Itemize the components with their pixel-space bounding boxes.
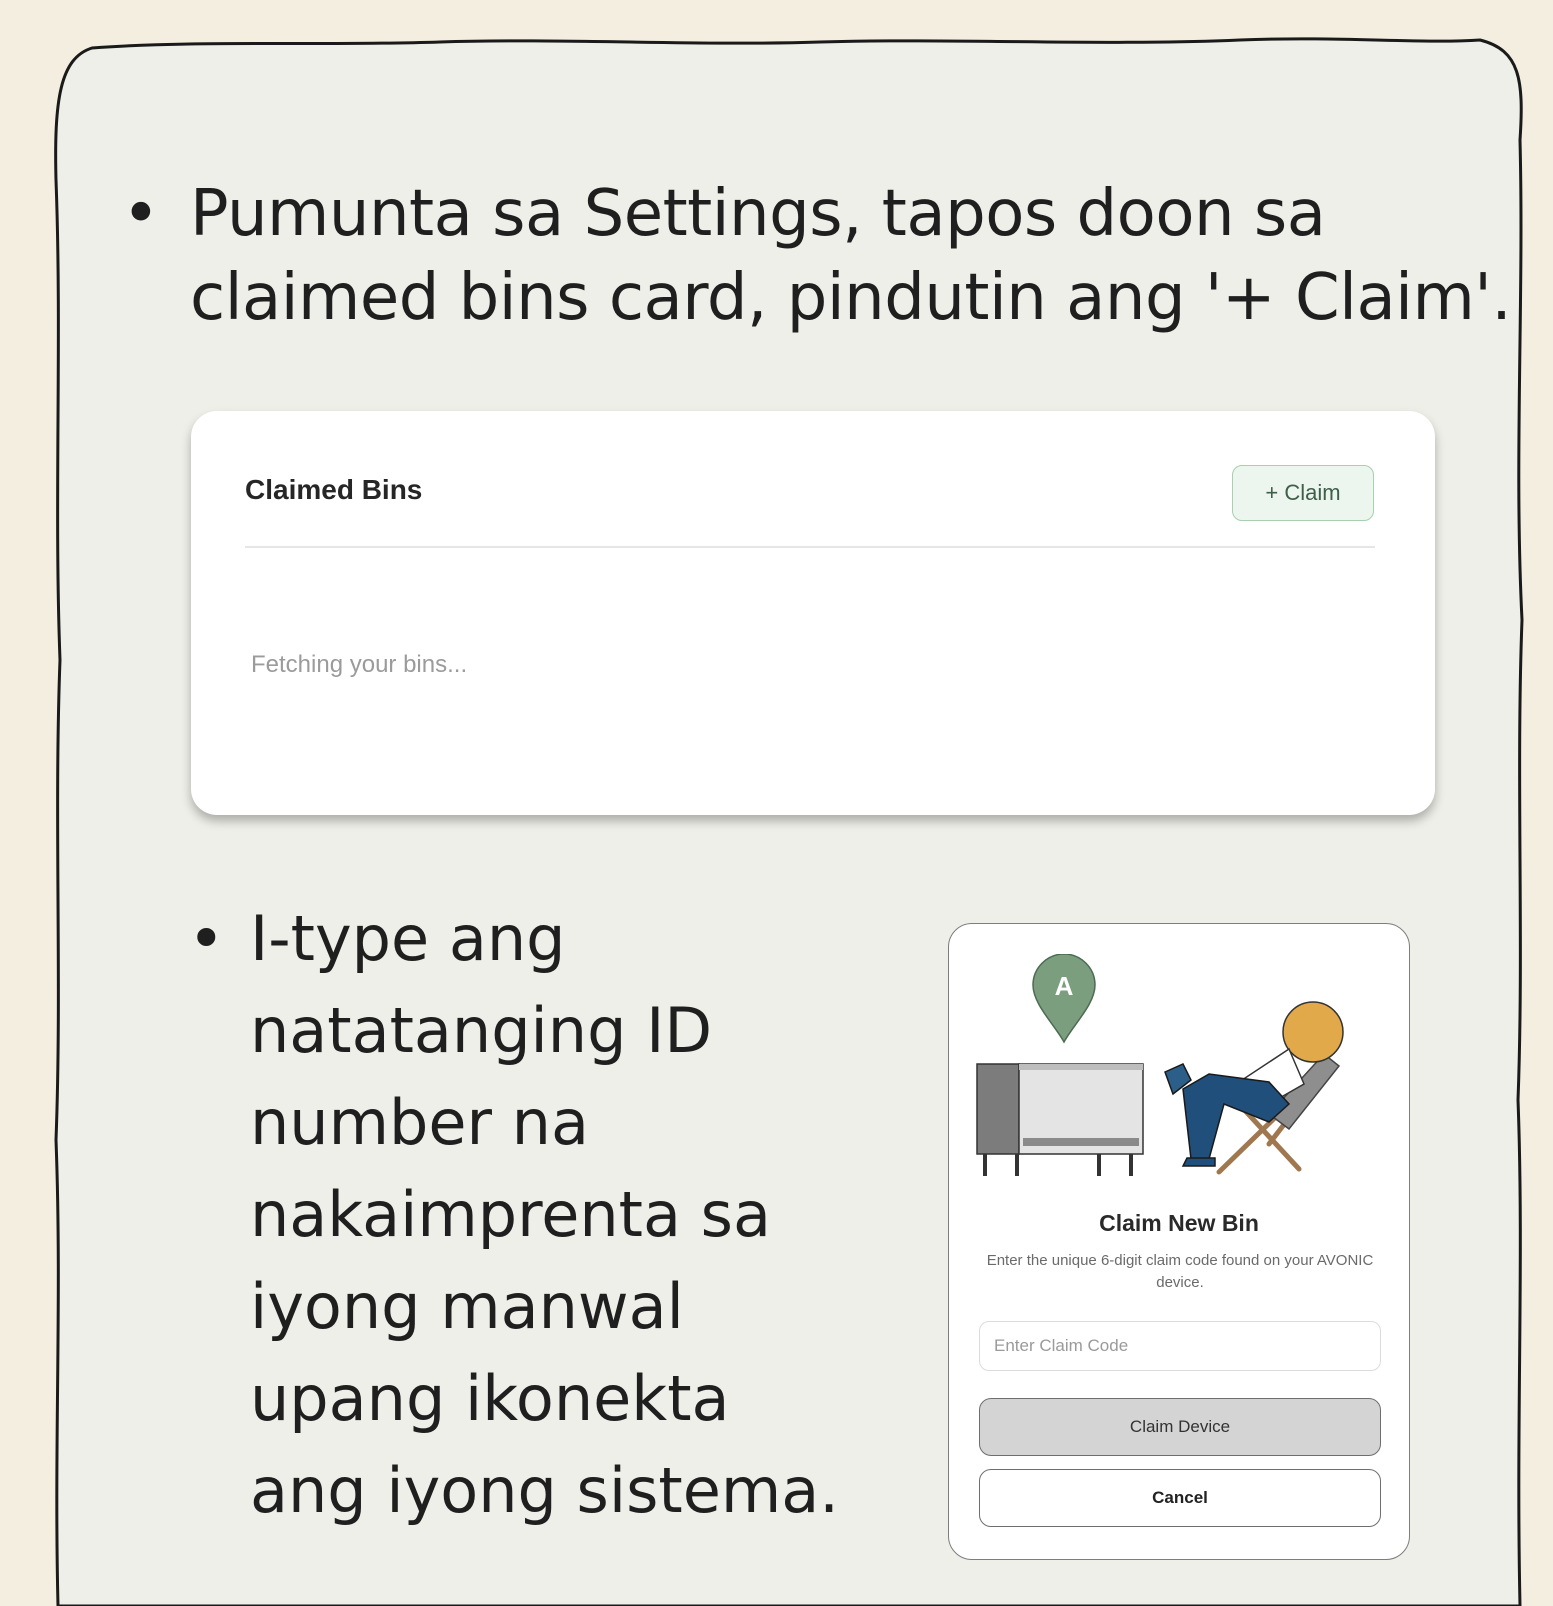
add-claim-button[interactable]: + Claim xyxy=(1232,465,1374,521)
instruction-step-1-line: Pumunta sa Settings, tapos doon sa xyxy=(190,177,1326,251)
instruction-step-1-text: Pumunta sa Settings, tapos doon sa claim… xyxy=(190,172,1512,340)
bin-cabinet-icon xyxy=(976,1063,1144,1176)
instruction-step-1-line: claimed bins card, pindutin ang '+ Claim… xyxy=(190,261,1512,335)
claim-new-bin-modal: A Claim New Bin Enter the unique 6-digit… xyxy=(948,923,1410,1560)
person-relaxing-beside-bin-illustration: A xyxy=(976,954,1344,1176)
instruction-step-2-line: ang iyong sistema. xyxy=(250,1454,839,1527)
location-pin-icon: A xyxy=(1032,954,1096,1044)
instruction-step-2-text: I-type ang natatanging ID number na naka… xyxy=(250,893,839,1537)
instruction-step-2-line: I-type ang xyxy=(250,902,566,975)
pin-letter: A xyxy=(1055,971,1074,1001)
loading-status-text: Fetching your bins... xyxy=(251,651,468,678)
modal-description: Enter the unique 6-digit claim code foun… xyxy=(986,1252,1374,1291)
claim-device-button[interactable]: Claim Device xyxy=(979,1398,1381,1456)
card-title: Claimed Bins xyxy=(245,474,423,505)
claimed-bins-card: Claimed Bins + Claim Fetching your bins.… xyxy=(191,411,1435,815)
modal-title: Claim New Bin xyxy=(1099,1210,1259,1236)
instruction-step-2-line: number na xyxy=(250,1086,589,1159)
bullet-icon: • xyxy=(188,902,225,975)
card-divider xyxy=(245,546,1375,548)
claim-code-input[interactable] xyxy=(979,1321,1381,1371)
bullet-icon: • xyxy=(122,177,160,251)
instruction-step-2-line: iyong manwal xyxy=(250,1270,684,1343)
instruction-step-2-line: natatanging ID xyxy=(250,994,713,1067)
cancel-button[interactable]: Cancel xyxy=(979,1469,1381,1527)
instruction-step-2-line: nakaimprenta sa xyxy=(250,1178,771,1251)
instruction-step-2-line: upang ikonekta xyxy=(250,1362,730,1435)
